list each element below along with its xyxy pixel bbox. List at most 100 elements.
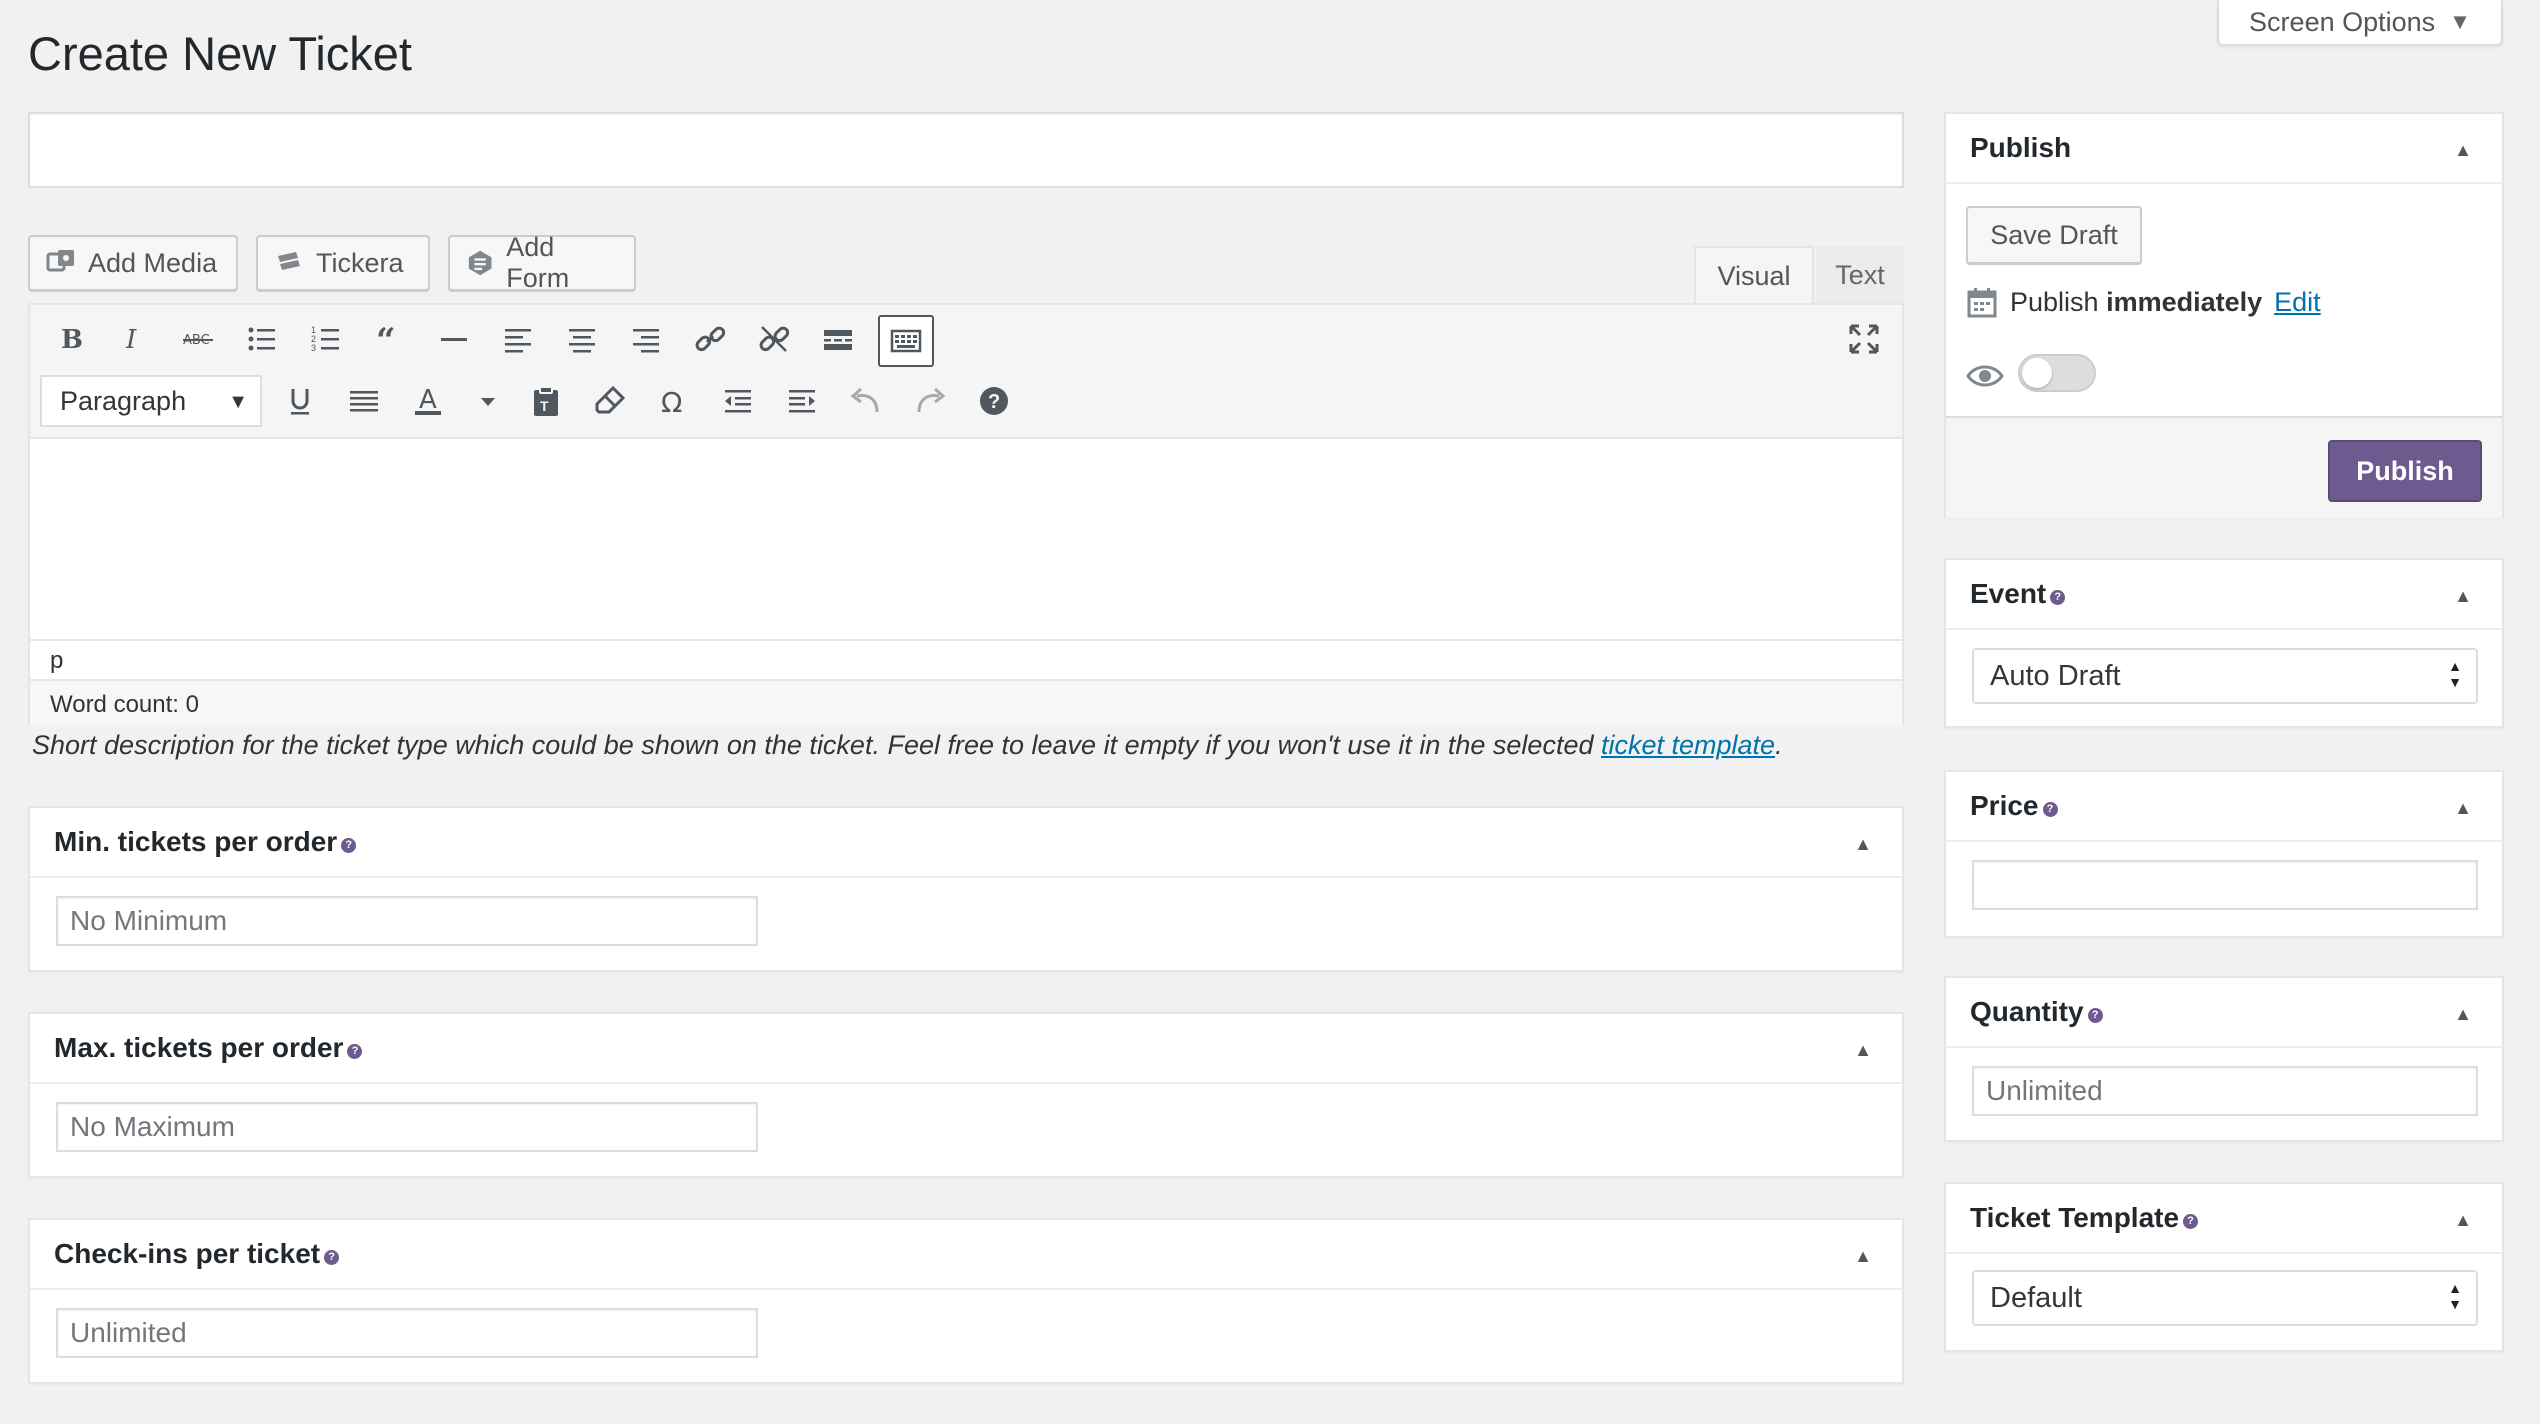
collapse-arrow-icon[interactable]: ▲ — [2454, 1210, 2472, 1231]
help-icon[interactable]: ? — [2050, 589, 2066, 605]
event-select[interactable]: Auto Draft ▲ ▼ — [1972, 648, 2478, 704]
horizontal-line-icon[interactable] — [434, 319, 474, 359]
screen-options-label: Screen Options — [2249, 6, 2436, 37]
unlink-icon[interactable] — [754, 319, 794, 359]
content-editor: B I ABC 123 “ Paragraph ▼ A T Ω ? p Word — [28, 303, 1904, 725]
publish-box: Publish ▲ Save Draft Publish immediately… — [1944, 112, 2504, 518]
svg-text:B: B — [61, 325, 83, 355]
checkins-input[interactable]: Unlimited — [56, 1308, 758, 1358]
collapse-arrow-icon[interactable]: ▲ — [1854, 1246, 1872, 1267]
add-form-label: Add Form — [506, 232, 570, 293]
ticket-template-value: Default — [1990, 1281, 2082, 1314]
blockquote-icon[interactable]: “ — [370, 319, 410, 359]
bold-icon[interactable]: B — [50, 319, 90, 359]
collapse-arrow-icon[interactable]: ▲ — [2454, 586, 2472, 607]
read-more-icon[interactable] — [818, 319, 858, 359]
min-tickets-input[interactable]: No Minimum — [56, 896, 758, 946]
text-color-icon[interactable]: A — [408, 381, 448, 421]
undo-icon[interactable] — [846, 381, 886, 421]
special-character-icon[interactable]: Ω — [654, 381, 694, 421]
align-center-icon[interactable] — [562, 319, 602, 359]
collapse-arrow-icon[interactable]: ▲ — [2454, 1004, 2472, 1025]
quantity-input[interactable]: Unlimited — [1972, 1066, 2478, 1116]
collapse-arrow-icon[interactable]: ▲ — [2454, 140, 2472, 161]
checkins-box: Check-ins per ticket? ▲ Unlimited — [28, 1218, 1904, 1384]
eye-icon — [1966, 365, 2004, 387]
link-icon[interactable] — [690, 319, 730, 359]
help-icon[interactable]: ? — [974, 381, 1014, 421]
clear-formatting-icon[interactable] — [590, 381, 630, 421]
quantity-header[interactable]: Quantity? ▲ — [1946, 978, 2502, 1048]
add-media-button[interactable]: Add Media — [28, 235, 238, 291]
align-right-icon[interactable] — [626, 319, 666, 359]
max-tickets-title: Max. tickets per order — [54, 1032, 344, 1063]
screen-options-button[interactable]: Screen Options ▼ — [2217, 0, 2503, 46]
outdent-icon[interactable] — [718, 381, 758, 421]
edit-schedule-link[interactable]: Edit — [2274, 287, 2321, 318]
fullscreen-icon[interactable] — [1844, 319, 1884, 359]
min-tickets-header[interactable]: Min. tickets per order? ▲ — [30, 808, 1902, 878]
page-title: Create New Ticket — [28, 27, 412, 80]
max-tickets-header[interactable]: Max. tickets per order? ▲ — [30, 1014, 1902, 1084]
italic-icon[interactable]: I — [114, 319, 154, 359]
numbered-list-icon[interactable]: 123 — [306, 319, 346, 359]
publish-button[interactable]: Publish — [2328, 440, 2482, 502]
help-icon[interactable]: ? — [2087, 1007, 2103, 1023]
calendar-icon — [1967, 288, 1997, 318]
svg-text:A: A — [419, 385, 437, 415]
ticket-description-help: Short description for the ticket type wh… — [32, 730, 1783, 761]
help-icon[interactable]: ? — [324, 1249, 340, 1265]
max-tickets-input[interactable]: No Maximum — [56, 1102, 758, 1152]
collapse-arrow-icon[interactable]: ▲ — [2454, 798, 2472, 819]
max-tickets-placeholder: No Maximum — [70, 1111, 235, 1142]
quantity-placeholder: Unlimited — [1986, 1075, 2103, 1106]
format-select[interactable]: Paragraph ▼ — [40, 375, 262, 427]
ticket-template-box: Ticket Template? ▲ Default ▲ ▼ — [1944, 1182, 2504, 1352]
quantity-title: Quantity — [1970, 996, 2084, 1027]
tickera-label: Tickera — [316, 247, 404, 278]
publish-label: Publish — [2010, 286, 2099, 317]
editor-toolbar: B I ABC 123 “ Paragraph ▼ A T Ω ? — [30, 305, 1902, 439]
publish-header[interactable]: Publish ▲ — [1946, 114, 2502, 184]
price-input[interactable] — [1972, 860, 2478, 910]
help-icon[interactable]: ? — [2042, 801, 2058, 817]
form-icon — [468, 250, 492, 276]
chevron-down-icon: ▼ — [228, 391, 248, 413]
bullet-list-icon[interactable] — [242, 319, 282, 359]
help-icon[interactable]: ? — [347, 1043, 363, 1059]
ticket-template-header[interactable]: Ticket Template? ▲ — [1946, 1184, 2502, 1254]
indent-icon[interactable] — [782, 381, 822, 421]
min-tickets-placeholder: No Minimum — [70, 905, 228, 936]
ticket-template-select[interactable]: Default ▲ ▼ — [1972, 1270, 2478, 1326]
editor-content-area[interactable] — [30, 439, 1902, 639]
save-draft-button[interactable]: Save Draft — [1966, 206, 2142, 264]
svg-text:I: I — [125, 325, 137, 355]
event-header[interactable]: Event? ▲ — [1946, 560, 2502, 630]
quantity-box: Quantity? ▲ Unlimited — [1944, 976, 2504, 1142]
ticket-template-link[interactable]: ticket template — [1601, 730, 1775, 760]
align-left-icon[interactable] — [498, 319, 538, 359]
caret-down-icon: ▼ — [2449, 9, 2471, 34]
toolbar-toggle-icon[interactable] — [878, 315, 934, 367]
tab-text[interactable]: Text — [1816, 246, 1904, 304]
strikethrough-icon[interactable]: ABC — [178, 319, 218, 359]
format-select-value: Paragraph — [60, 385, 187, 416]
publish-actions: Publish — [1946, 416, 2502, 518]
price-box: Price? ▲ — [1944, 770, 2504, 938]
tab-visual[interactable]: Visual — [1694, 246, 1814, 304]
visibility-toggle[interactable] — [2018, 354, 2096, 392]
help-icon[interactable]: ? — [2183, 1213, 2199, 1229]
underline-icon[interactable] — [280, 381, 320, 421]
justify-icon[interactable] — [344, 381, 384, 421]
ticket-title-input[interactable] — [28, 112, 1904, 188]
collapse-arrow-icon[interactable]: ▲ — [1854, 1040, 1872, 1061]
tickera-button[interactable]: Tickera — [256, 235, 430, 291]
price-header[interactable]: Price? ▲ — [1946, 772, 2502, 842]
redo-icon[interactable] — [910, 381, 950, 421]
checkins-header[interactable]: Check-ins per ticket? ▲ — [30, 1220, 1902, 1290]
collapse-arrow-icon[interactable]: ▲ — [1854, 834, 1872, 855]
paste-text-icon[interactable]: T — [526, 381, 566, 421]
add-form-button[interactable]: Add Form — [448, 232, 636, 293]
text-color-dropdown-icon[interactable] — [476, 381, 500, 421]
help-icon[interactable]: ? — [341, 837, 357, 853]
